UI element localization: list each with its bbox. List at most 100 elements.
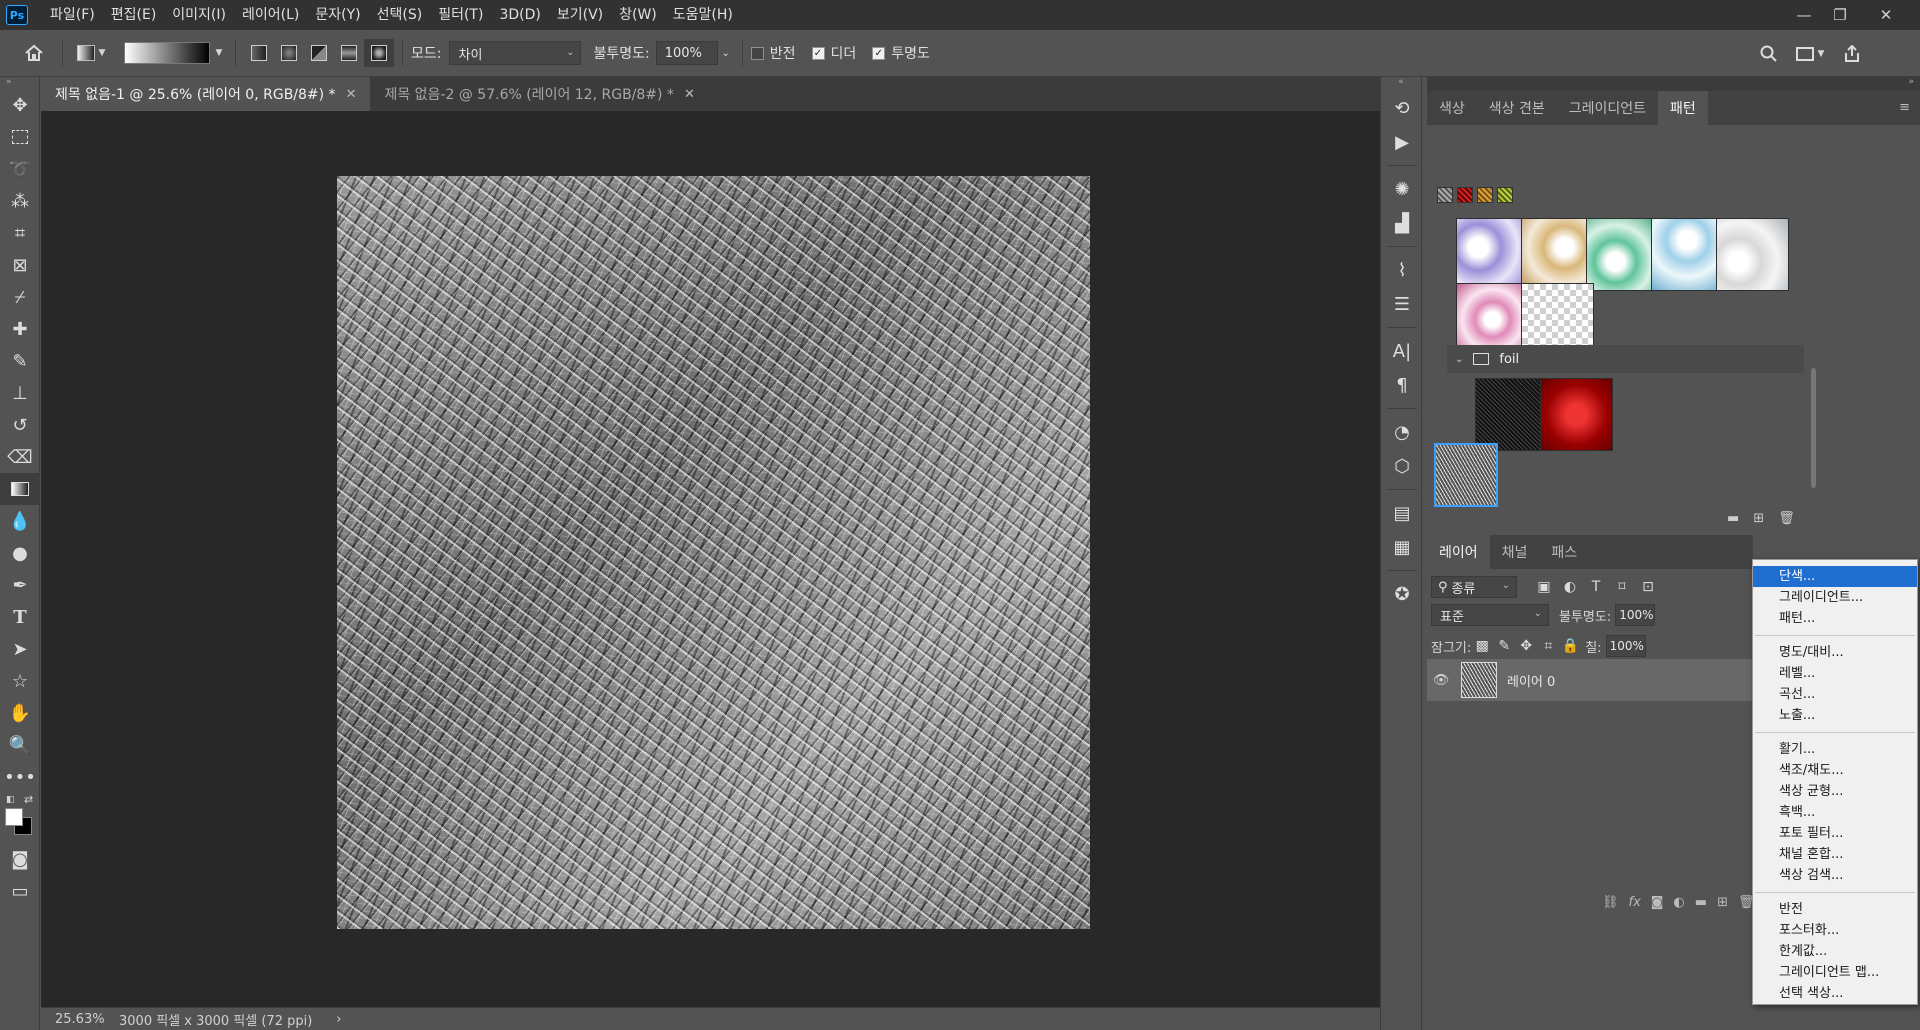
layer-opacity-input[interactable]: 100% (1615, 604, 1656, 626)
new-layer-icon[interactable]: ⊞ (1717, 895, 1728, 910)
fill-input[interactable]: 100% (1605, 635, 1646, 657)
radial-gradient-icon[interactable] (274, 39, 304, 67)
menu-item-photo-filter[interactable]: 포토 필터... (1753, 823, 1917, 844)
gradient-tool-icon[interactable] (0, 473, 40, 505)
type-filter-icon[interactable]: T (1583, 574, 1609, 600)
search-icon[interactable] (1755, 40, 1783, 68)
menu-select[interactable]: 선택(S) (369, 0, 431, 30)
crop-tool-icon[interactable]: ⌗ (0, 217, 40, 249)
marquee-tool-icon[interactable] (0, 121, 40, 153)
transparency-checkbox[interactable]: ✓ 투명도 (872, 43, 930, 63)
collapse-arrows-icon[interactable]: » (1427, 77, 1920, 91)
lock-transparent-icon[interactable]: ▩ (1471, 633, 1493, 659)
move-tool-icon[interactable]: ✥ (0, 89, 40, 121)
dodge-tool-icon[interactable]: ● (0, 537, 40, 569)
new-group-icon[interactable]: ▬ (1727, 511, 1739, 526)
tab-document-1[interactable]: 제목 없음-1 @ 25.6% (레이어 0, RGB/8#) * ✕ (41, 77, 371, 111)
menu-item-brightness-contrast[interactable]: 명도/대비... (1753, 642, 1917, 663)
foreground-color-swatch[interactable] (5, 808, 23, 826)
healing-brush-tool-icon[interactable]: ✚ (0, 313, 40, 345)
new-group-icon[interactable]: ▬ (1695, 895, 1707, 910)
menu-image[interactable]: 이미지(I) (164, 0, 234, 30)
color-swatches[interactable]: ◧ ⇄ (0, 793, 39, 843)
lasso-tool-icon[interactable]: ➰ (0, 153, 40, 185)
menu-item-selective-color[interactable]: 선택 색상... (1753, 983, 1917, 1004)
menu-item-solid-color[interactable]: 단색... (1753, 566, 1917, 587)
share-icon[interactable] (1838, 40, 1866, 68)
menu-item-curves[interactable]: 곡선... (1753, 684, 1917, 705)
blend-mode-select[interactable]: 표준 ⌄ (1431, 604, 1549, 626)
smart-object-filter-icon[interactable]: ⊡ (1635, 574, 1661, 600)
pen-tool-icon[interactable]: ✒ (0, 569, 40, 601)
pixel-filter-icon[interactable]: ▣ (1531, 574, 1557, 600)
recent-pattern-swatch[interactable] (1437, 187, 1453, 203)
adjustments-sliders-icon[interactable]: ☰ (1381, 287, 1423, 321)
layer-filter-select[interactable]: ⚲ 종류 ⌄ (1431, 576, 1517, 598)
close-icon[interactable]: ✕ (684, 87, 695, 102)
eraser-tool-icon[interactable]: ⌫ (0, 441, 40, 473)
stamp-tool-icon[interactable]: ⊥ (0, 377, 40, 409)
pattern-swatch[interactable] (1456, 218, 1529, 291)
link-layers-icon[interactable]: ⛓ (1602, 895, 1619, 910)
tab-layers[interactable]: 레이어 (1427, 535, 1490, 569)
gradient-picker[interactable]: ▼ (119, 39, 227, 67)
more-tools-icon[interactable]: ••• (0, 761, 40, 793)
menu-type[interactable]: 문자(Y) (307, 0, 368, 30)
lock-image-icon[interactable]: ✎ (1493, 633, 1515, 659)
adjustment-layer-icon[interactable]: ◐ (1673, 895, 1684, 910)
pattern-swatch-black-foil[interactable] (1475, 378, 1548, 451)
default-colors-icon[interactable]: ◧ (6, 795, 15, 805)
menu-help[interactable]: 도움말(H) (665, 0, 741, 30)
reflected-gradient-icon[interactable] (334, 39, 364, 67)
reverse-checkbox[interactable]: 반전 (750, 43, 796, 63)
eyedropper-tool-icon[interactable]: ⌿ (0, 281, 40, 313)
menu-item-threshold[interactable]: 한계값... (1753, 941, 1917, 962)
menu-item-channel-mixer[interactable]: 채널 혼합... (1753, 844, 1917, 865)
pattern-swatch-red-foil[interactable] (1540, 378, 1613, 451)
pattern-swatch[interactable] (1716, 218, 1789, 291)
paragraph-icon[interactable]: ¶ (1381, 368, 1423, 402)
opacity-chevron-icon[interactable]: ⌄ (718, 39, 734, 67)
tab-color[interactable]: 색상 (1427, 91, 1477, 125)
add-mask-icon[interactable]: ◙ (1651, 895, 1664, 910)
close-button[interactable]: ✕ (1868, 0, 1904, 30)
shape-filter-icon[interactable]: ⌑ (1609, 574, 1635, 600)
menu-view[interactable]: 보기(V) (549, 0, 611, 30)
properties-icon[interactable]: ▤ (1381, 496, 1423, 530)
recent-pattern-swatch[interactable] (1497, 187, 1513, 203)
pattern-swatch[interactable] (1586, 218, 1659, 291)
menu-item-hue-saturation[interactable]: 색조/채도... (1753, 760, 1917, 781)
tab-document-2[interactable]: 제목 없음-2 @ 57.6% (레이어 12, RGB/8#) * ✕ (370, 77, 709, 111)
menu-file[interactable]: 파일(F) (42, 0, 103, 30)
swap-colors-icon[interactable]: ⇄ (24, 793, 33, 806)
opacity-input[interactable]: 100% (655, 41, 718, 65)
pattern-swatch[interactable] (1521, 218, 1594, 291)
linear-gradient-icon[interactable] (244, 39, 274, 67)
lock-position-icon[interactable]: ✥ (1515, 633, 1537, 659)
collapse-arrows-icon[interactable]: » (0, 77, 39, 89)
tab-swatches[interactable]: 색상 견본 (1477, 91, 1557, 125)
path-selection-tool-icon[interactable]: ➤ (0, 633, 40, 665)
zoom-tool-icon[interactable]: 🔍 (0, 729, 40, 761)
delete-icon[interactable]: 🗑 (1778, 511, 1795, 526)
fx-icon[interactable]: fx (1629, 895, 1641, 910)
menu-item-posterize[interactable]: 포스터화... (1753, 920, 1917, 941)
learn-icon[interactable]: ✪ (1381, 577, 1423, 611)
screen-mode-icon[interactable]: ▭ (0, 875, 40, 907)
close-icon[interactable]: ✕ (346, 87, 357, 102)
menu-item-gradient[interactable]: 그레이디언트... (1753, 587, 1917, 608)
diamond-gradient-icon[interactable] (364, 39, 394, 67)
menu-item-invert[interactable]: 반전 (1753, 899, 1917, 920)
color-wheel-icon[interactable]: ✺ (1381, 172, 1423, 206)
dither-checkbox[interactable]: ✓ 디더 (811, 43, 856, 63)
hand-tool-icon[interactable]: ✋ (0, 697, 40, 729)
notes-icon[interactable]: ▦ (1381, 530, 1423, 564)
3d-icon[interactable]: ⬡ (1381, 449, 1423, 483)
tab-channels[interactable]: 채널 (1490, 535, 1540, 569)
type-tool-icon[interactable]: T (0, 601, 40, 633)
magic-wand-tool-icon[interactable]: ⁂ (0, 185, 40, 217)
layer-row[interactable]: 👁 레이어 0 (1427, 659, 1752, 701)
history-brush-tool-icon[interactable]: ↺ (0, 409, 40, 441)
pattern-swatch[interactable] (1651, 218, 1724, 291)
menu-item-levels[interactable]: 레벨... (1753, 663, 1917, 684)
